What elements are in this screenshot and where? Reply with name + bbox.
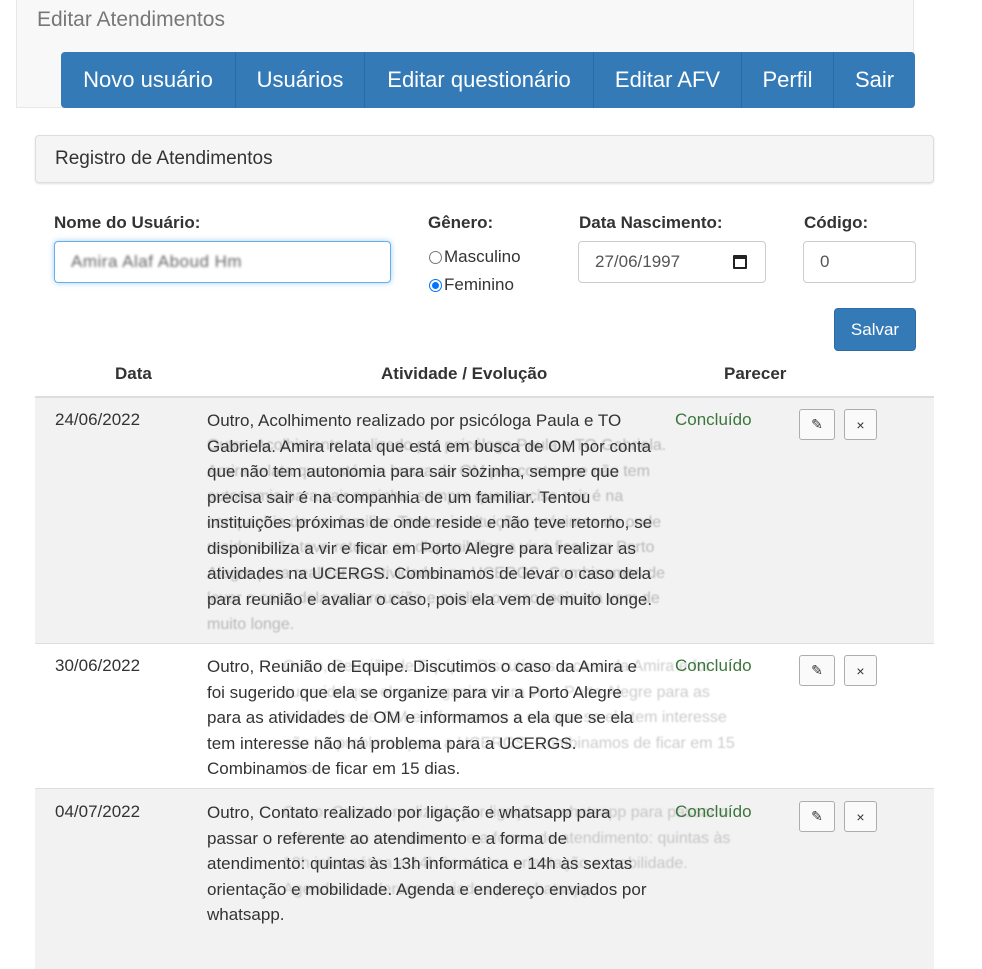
nav-editar-questionario[interactable]: Editar questionário — [365, 52, 594, 108]
gender-label: Gênero: — [428, 213, 494, 232]
row-3-activity: Outro, Contato realizado por ligação e w… — [207, 803, 647, 924]
close-icon: × — [856, 808, 865, 825]
row-1-status: Concluído — [675, 410, 752, 429]
col-header-date: Data — [115, 364, 152, 383]
nav-sair[interactable]: Sair — [834, 52, 915, 108]
col-header-status: Parecer — [724, 364, 787, 383]
nav-novo-usuario[interactable]: Novo usuário — [61, 52, 236, 108]
gender-option-feminino[interactable]: Feminino — [429, 275, 514, 295]
name-value: Amira Alaf Aboud Hm — [71, 252, 243, 271]
row-3-delete-button[interactable]: × — [844, 801, 877, 832]
row-1-edit-button[interactable]: ✎ — [799, 409, 835, 440]
save-button[interactable]: Salvar — [834, 308, 916, 351]
page-title: Editar Atendimentos — [37, 8, 225, 31]
section-title: Registro de Atendimentos — [55, 148, 273, 169]
nav-usuarios[interactable]: Usuários — [236, 52, 365, 108]
calendar-icon[interactable] — [733, 255, 747, 269]
row-3-status: Concluído — [675, 802, 752, 821]
birth-date-value: 27/06/1997 — [595, 252, 681, 271]
section-header: Registro de Atendimentos — [35, 135, 934, 183]
close-icon: × — [856, 662, 865, 679]
main-navbar: Novo usuário Usuários Editar questionári… — [61, 52, 915, 108]
row-2-delete-button[interactable]: × — [844, 655, 877, 686]
gender-option-masculino[interactable]: Masculino — [429, 247, 521, 267]
code-value: 0 — [820, 252, 830, 271]
row-2-status: Concluído — [675, 656, 752, 675]
radio-masculino[interactable] — [429, 250, 442, 264]
nav-perfil[interactable]: Perfil — [742, 52, 834, 108]
row-1-activity: Outro, Acolhimento realizado por psicólo… — [207, 411, 653, 609]
code-label: Código: — [804, 213, 869, 232]
row-2-date: 30/06/2022 — [55, 656, 141, 675]
close-icon: × — [856, 416, 865, 433]
pencil-icon: ✎ — [811, 416, 823, 432]
name-input[interactable]: Amira Alaf Aboud Hm — [54, 241, 391, 283]
row-2-edit-button[interactable]: ✎ — [799, 655, 835, 686]
radio-feminino-label: Feminino — [444, 275, 514, 294]
row-3-date: 04/07/2022 — [55, 802, 141, 821]
pencil-icon: ✎ — [811, 808, 823, 824]
pencil-icon: ✎ — [811, 662, 823, 678]
radio-feminino[interactable] — [429, 278, 442, 292]
radio-masculino-label: Masculino — [444, 247, 521, 266]
row-1-date: 24/06/2022 — [55, 410, 141, 429]
birth-label: Data Nascimento: — [579, 213, 723, 232]
name-label: Nome do Usuário: — [54, 213, 201, 232]
code-input[interactable]: 0 — [803, 241, 916, 283]
row-3-edit-button[interactable]: ✎ — [799, 801, 835, 832]
row-1-delete-button[interactable]: × — [844, 409, 877, 440]
nav-editar-afv[interactable]: Editar AFV — [594, 52, 742, 108]
birth-date-input[interactable]: 27/06/1997 — [578, 241, 766, 283]
col-header-activity: Atividade / Evolução — [381, 364, 548, 383]
row-2-activity: Outro, Reunião de Equipe. Discutimos o c… — [207, 657, 637, 778]
